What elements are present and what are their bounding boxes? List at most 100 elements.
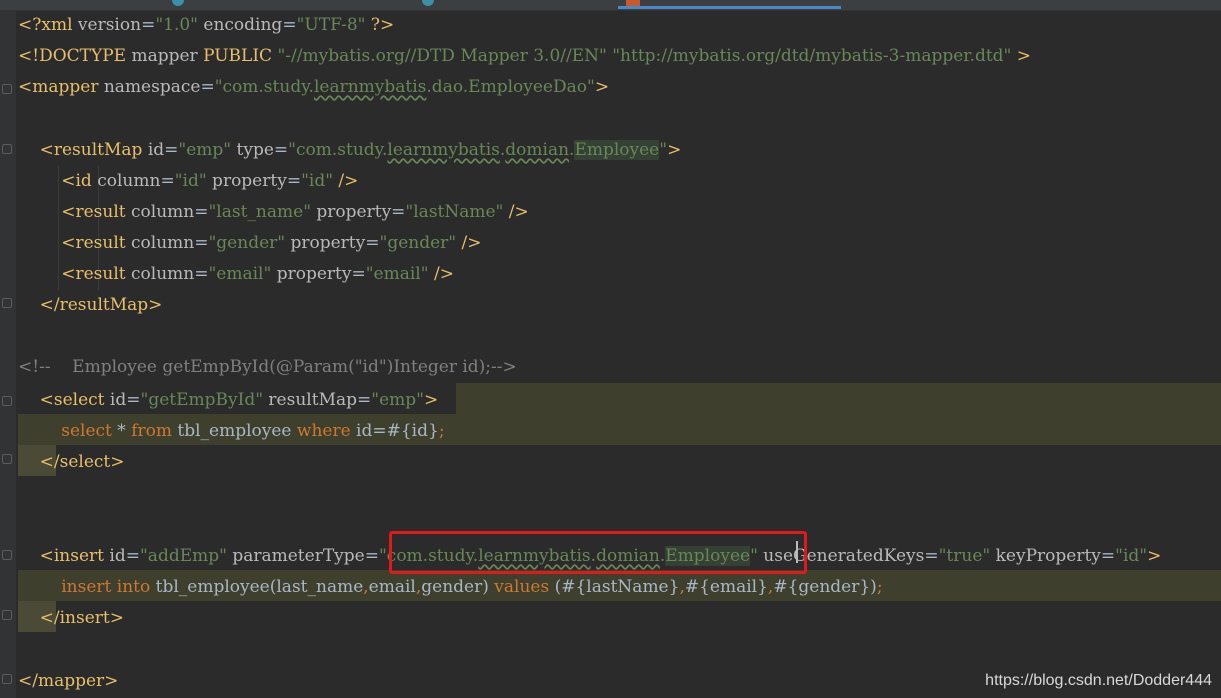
tag-close: > [423,390,439,410]
code-line-22[interactable]: </mapper> [18,666,118,697]
attr-value: "id" [1115,546,1148,566]
attr-value: "lastName" [405,202,504,222]
code-line-2[interactable]: <!DOCTYPE mapper PUBLIC "-//mybatis.org/… [18,41,1031,72]
attr-value: "email" [208,264,272,284]
insert-open-tag: <insert [39,546,104,566]
attr-value: "id" [174,171,207,191]
sql-text: tbl_employee(last_name [150,577,364,597]
watermark: https://blog.csdn.net/Dodder444 [985,672,1212,689]
code-editor[interactable]: <?xml version="1.0" encoding="UTF-8" ?> … [0,0,1221,698]
code-line-7[interactable]: <result column="last_name" property="las… [18,197,529,228]
sql-text: gender) [421,577,495,597]
code-line-14[interactable]: select * from tbl_employee where id=#{id… [18,416,444,447]
attr-name: version [72,15,142,35]
attr-value: "emp" [371,390,424,410]
injection-highlight [456,383,1221,414]
code-line-12[interactable]: <!-- Employee getEmpById(@Param("id")Int… [18,352,517,383]
code-line-9[interactable]: <result column="email" property="email" … [18,259,454,290]
attr-value: "UTF-8" [296,15,366,35]
resultmap-open-tag: <resultMap [39,140,143,160]
code-line-19[interactable]: insert into tbl_employee(last_name,email… [18,572,882,603]
quote: " [288,140,296,160]
code-line-20[interactable]: </insert> [18,603,124,634]
attr-name: id [104,390,127,410]
equals: = [1100,546,1116,566]
typo-word: learnmybatis [313,77,427,97]
equals: = [924,546,939,566]
resultmap-close-tag: </resultMap> [39,295,163,315]
quote: " [214,77,223,97]
equals: = [125,546,140,566]
attr-name: parameterType [226,546,365,566]
code-line-6[interactable]: <id column="id" property="id" /> [18,166,358,197]
attr-name: column [125,233,195,253]
code-line-5[interactable]: <resultMap id="emp" type="com.study.lear… [18,135,681,166]
mapper-close-tag: </mapper> [18,671,119,691]
code-line-15[interactable]: </select> [18,447,125,478]
editor-gutter[interactable] [0,10,16,698]
sql-keyword: select [61,421,112,441]
xml-comment: <!-- Employee getEmpById(@Param("id")Int… [18,357,517,377]
attr-name: property [311,202,392,222]
fold-icon[interactable] [2,144,12,154]
tag-close: /> [503,202,529,222]
equals: = [273,140,289,160]
tag-close: /> [428,264,454,284]
doctype-system-id: "http://mybatis.org/dtd/mybatis-3-mapper… [612,46,1012,66]
sql-text: email [368,577,416,597]
equals: = [364,546,379,566]
doctype-open: <!DOCTYPE [18,46,127,66]
fold-icon[interactable] [2,454,12,464]
attr-name: id [142,140,165,160]
attr-value: "true" [938,546,991,566]
code-line-1[interactable]: <?xml version="1.0" encoding="UTF-8" ?> [18,10,394,41]
active-tab-indicator [618,6,841,9]
code-line-13[interactable]: <select id="getEmpById" resultMap="emp"> [18,385,439,416]
attr-name: namespace [98,77,201,97]
sql-keyword: where [296,421,351,441]
xml-decl-close: ?> [365,15,395,35]
class-name-match: Employee [574,140,660,160]
equals: = [194,202,209,222]
doctype-public-id: "-//mybatis.org//DTD Mapper 3.0//EN" [277,46,607,66]
sql-keyword: from [131,421,172,441]
sql-keyword: values [494,577,550,597]
fold-icon[interactable] [2,298,12,308]
select-open-tag: <select [39,390,105,410]
fold-icon[interactable] [2,674,12,684]
id-tag: <id [61,171,92,191]
result-tag: <result [61,264,126,284]
fold-icon[interactable] [2,84,12,94]
equals: = [357,390,372,410]
doctype-public: PUBLIC [203,46,273,66]
sql-text: * [111,421,132,441]
equals: = [365,233,380,253]
doctype-close: > [1011,46,1032,66]
attr-value: .dao.EmployeeDao [426,77,587,97]
attr-name: property [285,233,366,253]
code-line-10[interactable]: </resultMap> [18,290,163,321]
doctype-name: mapper [126,46,204,66]
code-line-3[interactable]: <mapper namespace="com.study.learnmybati… [18,72,609,103]
attr-name: resultMap [263,390,357,410]
sql-text: #{email} [684,577,768,597]
result-tag: <result [61,233,126,253]
attr-value: "getEmpById" [140,390,264,410]
fold-icon[interactable] [2,610,12,620]
code-line-8[interactable]: <result column="gender" property="gender… [18,228,481,259]
tag-close: > [594,77,610,97]
equals: = [200,77,215,97]
attr-value: "gender" [379,233,457,253]
fold-icon[interactable] [2,396,12,406]
attr-value: "addEmp" [139,546,227,566]
fold-icon[interactable] [2,550,12,560]
